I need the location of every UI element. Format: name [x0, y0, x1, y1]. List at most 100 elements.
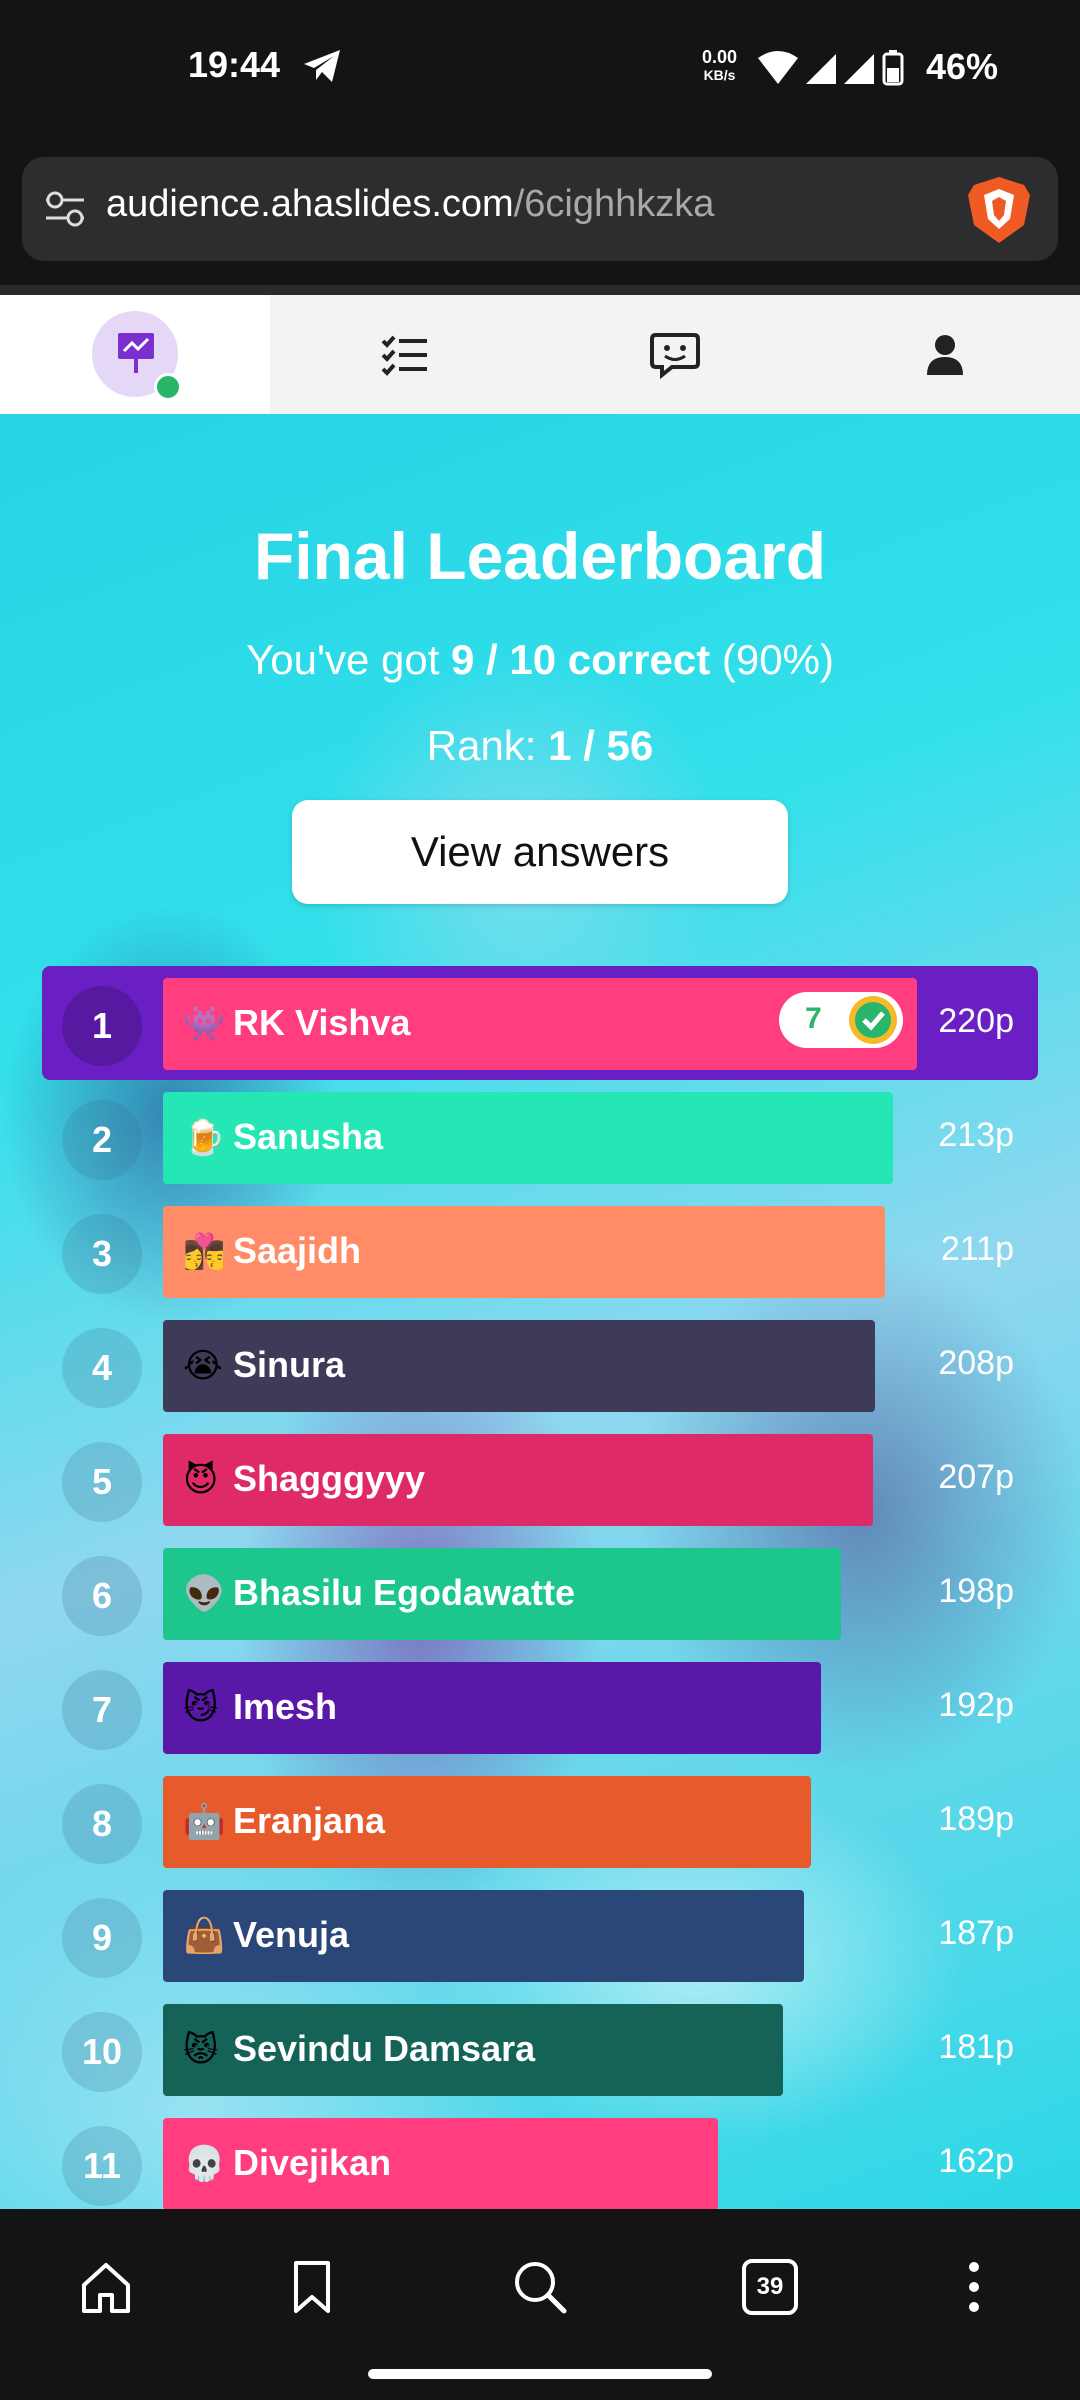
- rank-number: 6: [62, 1556, 142, 1636]
- player-name: Bhasilu Egodawatte: [233, 1572, 576, 1613]
- leaderboard-row-self: 1 👾 RK Vishva 7 220p: [42, 966, 1038, 1080]
- player-bar: 😼 Imesh: [163, 1662, 821, 1754]
- rank-number: 5: [62, 1442, 142, 1522]
- leaderboard-row: 5 😈 Shagggyyy 207p: [0, 1422, 1080, 1536]
- rank-summary: Rank: 1 / 56: [426, 722, 654, 769]
- leaderboard-row: 4 😭 Sinura 208p: [0, 1308, 1080, 1422]
- rank-number: 4: [62, 1328, 142, 1408]
- cell-signal-icon: [806, 54, 836, 84]
- correct-streak-badge: 7: [779, 992, 903, 1048]
- player-name: Venuja: [233, 1914, 350, 1955]
- browser-toolbar: audience.ahaslides.com/6cighhkzka: [0, 140, 1080, 285]
- player-points: 211p: [940, 1230, 1014, 1268]
- url-domain: audience.ahaslides.com: [106, 183, 514, 225]
- streak-count: 7: [805, 1002, 822, 1035]
- app-tab-bar: [0, 295, 1080, 414]
- rank-number: 10: [62, 2012, 142, 2092]
- status-bar: 19:44 0.00 KB/s 46%: [0, 0, 1080, 140]
- signal-icons: [758, 50, 904, 86]
- tab-profile[interactable]: [810, 295, 1080, 414]
- score-value: 9 / 10 correct: [451, 636, 711, 683]
- tab-presentation[interactable]: [0, 295, 270, 414]
- toolbar-divider: [0, 285, 1080, 295]
- player-bar: 👾 RK Vishva 7: [163, 978, 917, 1070]
- telegram-icon: [304, 50, 340, 82]
- bookmark-icon[interactable]: [282, 2257, 342, 2317]
- brave-shields-icon[interactable]: [966, 175, 1032, 245]
- player-bar: 💀 Divejikan: [163, 2118, 718, 2209]
- player-bar: 👽 Bhasilu Egodawatte: [163, 1548, 841, 1640]
- rank-number: 1: [62, 986, 142, 1066]
- player-avatar-emoji: 👜: [183, 1917, 226, 1955]
- score-percent: (90%): [721, 636, 834, 683]
- player-name: Sanusha: [233, 1116, 384, 1157]
- player-avatar-emoji: 😾: [183, 2031, 219, 2069]
- player-bar: 👜 Venuja: [163, 1890, 804, 1982]
- site-settings-icon[interactable]: [42, 187, 88, 231]
- player-name: Divejikan: [233, 2142, 392, 2183]
- checklist-icon: [381, 335, 427, 376]
- player-points: 192p: [938, 1686, 1014, 1724]
- player-points: 198p: [938, 1572, 1014, 1610]
- player-points: 220p: [938, 1002, 1014, 1040]
- rank-number: 9: [62, 1898, 142, 1978]
- player-points: 181p: [938, 2028, 1014, 2066]
- player-name: Imesh: [233, 1686, 338, 1727]
- player-bar: 👩‍❤️‍💋‍👨 Saajidh: [163, 1206, 885, 1298]
- more-icon[interactable]: [944, 2257, 1004, 2317]
- address-bar[interactable]: audience.ahaslides.com/6cighhkzka: [22, 157, 1058, 261]
- leaderboard-row: 11 💀 Divejikan 162p: [0, 2106, 1080, 2209]
- url-text[interactable]: audience.ahaslides.com/6cighhkzka: [106, 183, 714, 226]
- player-name: Sevindu Damsara: [233, 2028, 536, 2069]
- presentation-icon: [118, 333, 154, 373]
- player-bar: 😾 Sevindu Damsara: [163, 2004, 783, 2096]
- player-avatar-emoji: 👩‍❤️‍💋‍👨: [183, 1233, 226, 1271]
- page-title: Final Leaderboard: [253, 519, 827, 593]
- home-icon[interactable]: [76, 2257, 136, 2317]
- player-points: 187p: [938, 1914, 1014, 1952]
- rank-value: 1 / 56: [548, 722, 654, 769]
- player-bar: 😈 Shagggyyy: [163, 1434, 873, 1526]
- player-name: Sinura: [233, 1344, 346, 1385]
- profile-icon: [927, 334, 963, 375]
- player-avatar-emoji: 👾: [183, 1005, 226, 1043]
- url-path: /6cighhkzka: [513, 183, 715, 225]
- leaderboard-row: 7 😼 Imesh 192p: [0, 1650, 1080, 1764]
- player-name: Shagggyyy: [233, 1458, 426, 1499]
- player-avatar-emoji: 😼: [183, 1689, 219, 1727]
- view-answers-button[interactable]: View answers: [292, 800, 788, 904]
- check-badge-icon: [849, 996, 897, 1044]
- player-points: 208p: [938, 1344, 1014, 1382]
- score-summary: You've got 9 / 10 correct (90%): [246, 636, 834, 683]
- battery-percent: 46%: [926, 46, 999, 87]
- online-status-dot: [154, 373, 182, 401]
- browser-bottom-nav: 39: [0, 2209, 1080, 2400]
- tab-quiz[interactable]: [270, 295, 540, 414]
- chat-icon: [650, 332, 700, 379]
- player-avatar-emoji: 💀: [183, 2145, 226, 2183]
- player-bar: 😭 Sinura: [163, 1320, 875, 1412]
- player-avatar-emoji: 👽: [183, 1575, 226, 1613]
- player-bar: 🤖 Eranjana: [163, 1776, 811, 1868]
- leaderboard-row: 2 🍺 Sanusha 213p: [0, 1080, 1080, 1194]
- wifi-icon: [758, 51, 798, 84]
- tab-chat[interactable]: [540, 295, 810, 414]
- player-name: Saajidh: [233, 1230, 362, 1271]
- player-bar: 🍺 Sanusha: [163, 1092, 893, 1184]
- player-name: RK Vishva: [233, 1002, 411, 1043]
- player-points: 207p: [938, 1458, 1014, 1496]
- network-speed: 0.00 KB/s: [702, 47, 738, 83]
- clock: 19:44: [188, 44, 281, 85]
- rank-number: 11: [62, 2126, 142, 2206]
- player-avatar-emoji: 🍺: [183, 1119, 226, 1157]
- gesture-bar[interactable]: [368, 2369, 712, 2379]
- player-points: 162p: [938, 2142, 1014, 2180]
- search-icon[interactable]: [510, 2257, 570, 2317]
- player-avatar-emoji: 😭: [183, 1347, 223, 1385]
- leaderboard-row: 3 👩‍❤️‍💋‍👨 Saajidh 211p: [0, 1194, 1080, 1308]
- cell-signal-icon-2: [844, 54, 874, 84]
- player-points: 213p: [938, 1116, 1014, 1154]
- leaderboard-row: 8 🤖 Eranjana 189p: [0, 1764, 1080, 1878]
- player-avatar-emoji: 😈: [183, 1461, 219, 1499]
- tabs-icon[interactable]: 39: [742, 2259, 798, 2315]
